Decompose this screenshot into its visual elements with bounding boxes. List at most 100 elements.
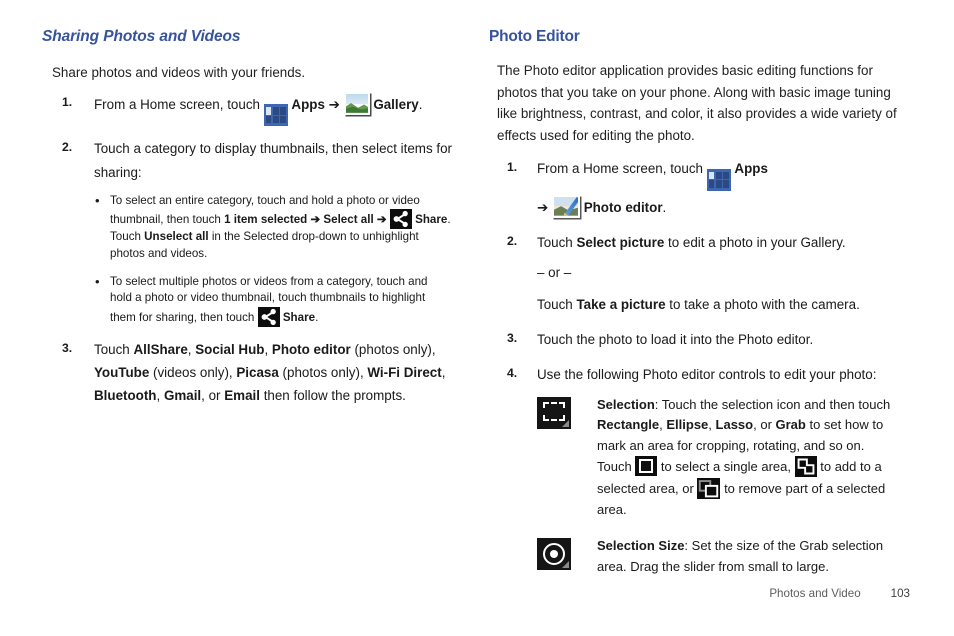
right-column: Photo Editor The Photo editor applicatio… <box>489 28 899 589</box>
mode-grab: Grab <box>775 417 806 433</box>
step-item: 4. Use the following Photo editor contro… <box>489 363 899 577</box>
sharing-steps-list: 1. From a Home screen, touch Apps ➔ Gall… <box>42 91 452 407</box>
photo-editor-label: Photo editor <box>583 199 663 215</box>
section-heading-photo-editor: Photo Editor <box>489 28 580 45</box>
note-text: (photos only), <box>350 341 436 357</box>
step-text-end: then follow the prompts. <box>259 388 406 404</box>
selection-icon <box>537 396 571 429</box>
sharing-intro-text: Share photos and videos with your friend… <box>52 65 306 80</box>
control-text-part: : Touch the selection icon and then touc… <box>654 396 891 412</box>
step-item: 2. Touch a category to display thumbnail… <box>42 137 452 327</box>
control-icon-cell <box>537 395 597 429</box>
step-text: Use the following Photo editor controls … <box>537 366 877 382</box>
add-to-selection-icon <box>794 456 817 478</box>
step-number: 2. <box>507 233 518 248</box>
control-title-selection-size: Selection Size <box>597 538 685 554</box>
control-description: Selection: Touch the selection icon and … <box>597 395 899 520</box>
option-youtube: YouTube <box>94 365 150 381</box>
control-row-selection-size: Selection Size: Set the size of the Grab… <box>537 536 899 577</box>
step-number: 1. <box>507 159 518 174</box>
photo-editor-icon <box>551 194 580 218</box>
step-text-end: . <box>662 199 667 215</box>
apps-label: Apps <box>291 96 325 112</box>
sharing-bullet-list: • To select an entire category, touch and… <box>94 193 452 327</box>
step-number: 3. <box>62 340 73 355</box>
gallery-icon <box>343 91 370 115</box>
control-text-part: to select a single area, <box>657 459 795 475</box>
bullet-bold-1: Share <box>282 310 316 324</box>
option-wifi-direct: Wi-Fi Direct <box>367 365 442 381</box>
option-gmail: Gmail <box>163 388 202 404</box>
step-number: 2. <box>62 140 73 155</box>
apps-icon <box>706 168 731 191</box>
bullet-bold-2: Select all <box>323 213 374 227</box>
list-item: • To select an entire category, touch and… <box>94 193 452 263</box>
separator: , <box>156 388 164 404</box>
separator: , <box>264 341 272 357</box>
apps-label: Apps <box>734 160 768 176</box>
note-text: (videos only), <box>149 365 237 381</box>
step-number: 1. <box>62 94 73 109</box>
or-separator: – or – <box>537 264 572 280</box>
list-item: • To select multiple photos or videos fro… <box>94 274 452 327</box>
step-number: 3. <box>507 330 518 345</box>
step-item: 1. From a Home screen, touch Apps ➔ Gall… <box>42 91 452 127</box>
arrow-glyph: ➔ <box>324 96 344 112</box>
arrow-glyph: ➔ <box>307 213 324 227</box>
step-text-part: Touch <box>537 296 577 312</box>
step-number: 4. <box>507 365 518 380</box>
select-picture-label: Select picture <box>576 234 665 250</box>
mode-rectangle: Rectangle <box>597 417 660 433</box>
bullet-bold-1: 1 item selected <box>224 213 308 227</box>
control-row-selection: Selection: Touch the selection icon and … <box>537 395 899 520</box>
gallery-label: Gallery <box>373 96 419 112</box>
mode-lasso: Lasso <box>715 417 754 433</box>
remove-from-selection-icon <box>697 477 721 499</box>
option-photo-editor: Photo editor <box>271 341 351 357</box>
share-icon <box>257 306 280 327</box>
bullet-dot-icon: • <box>95 192 100 208</box>
bullet-text-end: . <box>315 310 319 324</box>
step-item: 2. Touch Select picture to edit a photo … <box>489 231 899 316</box>
share-icon <box>389 209 412 230</box>
manual-page: Sharing Photos and Videos Share photos a… <box>0 0 954 636</box>
option-allshare: AllShare <box>133 341 188 357</box>
step-text-part: Touch <box>94 341 134 357</box>
control-icon-cell <box>537 536 597 571</box>
select-single-area-icon <box>635 456 658 477</box>
control-description: Selection Size: Set the size of the Grab… <box>597 536 899 577</box>
bullet-bold-3: Share <box>415 213 448 227</box>
step-text-end: . <box>418 96 423 112</box>
step-item: 3. Touch the photo to load it into the P… <box>489 328 899 351</box>
section-heading-sharing: Sharing Photos and Videos <box>42 28 241 45</box>
step-text-part: From a Home screen, touch <box>537 160 707 176</box>
step-text-end: to take a photo with the camera. <box>665 296 860 312</box>
bullet-bold-4: Unselect all <box>144 230 209 244</box>
control-title-selection: Selection <box>597 396 655 412</box>
step-item: 3. Touch AllShare, Social Hub, Photo edi… <box>42 338 452 407</box>
option-bluetooth: Bluetooth <box>94 388 157 404</box>
separator: , <box>441 365 446 381</box>
selection-size-icon <box>537 538 571 571</box>
arrow-glyph: ➔ <box>373 213 390 227</box>
mode-ellipse: Ellipse <box>666 417 709 433</box>
separator: , or <box>201 388 225 404</box>
footer-chapter-label: Photos and Video <box>769 587 861 600</box>
option-picasa: Picasa <box>236 365 279 381</box>
step-text: Touch the photo to load it into the Phot… <box>537 331 814 347</box>
step-alternative: Touch Take a picture to take a photo wit… <box>537 293 899 316</box>
apps-icon <box>263 104 288 127</box>
step-text-part: Touch <box>537 234 577 250</box>
page-footer: Photos and Video 103 <box>769 587 910 600</box>
photo-editor-intro-text: The Photo editor application provides ba… <box>497 63 897 144</box>
step-item: 1. From a Home screen, touch Apps ➔ Phot… <box>489 157 899 219</box>
footer-page-number: 103 <box>890 587 910 600</box>
arrow-glyph: ➔ <box>537 199 552 215</box>
bullet-dot-icon: • <box>95 273 100 289</box>
separator: , or <box>753 417 776 433</box>
photo-editor-steps-list: 1. From a Home screen, touch Apps ➔ Phot… <box>489 157 899 577</box>
separator: , <box>708 417 716 433</box>
take-a-picture-label: Take a picture <box>576 296 666 312</box>
step-text: Touch a category to display thumbnails, … <box>94 141 453 180</box>
step-text-part: to edit a photo in your Gallery. <box>664 234 846 250</box>
